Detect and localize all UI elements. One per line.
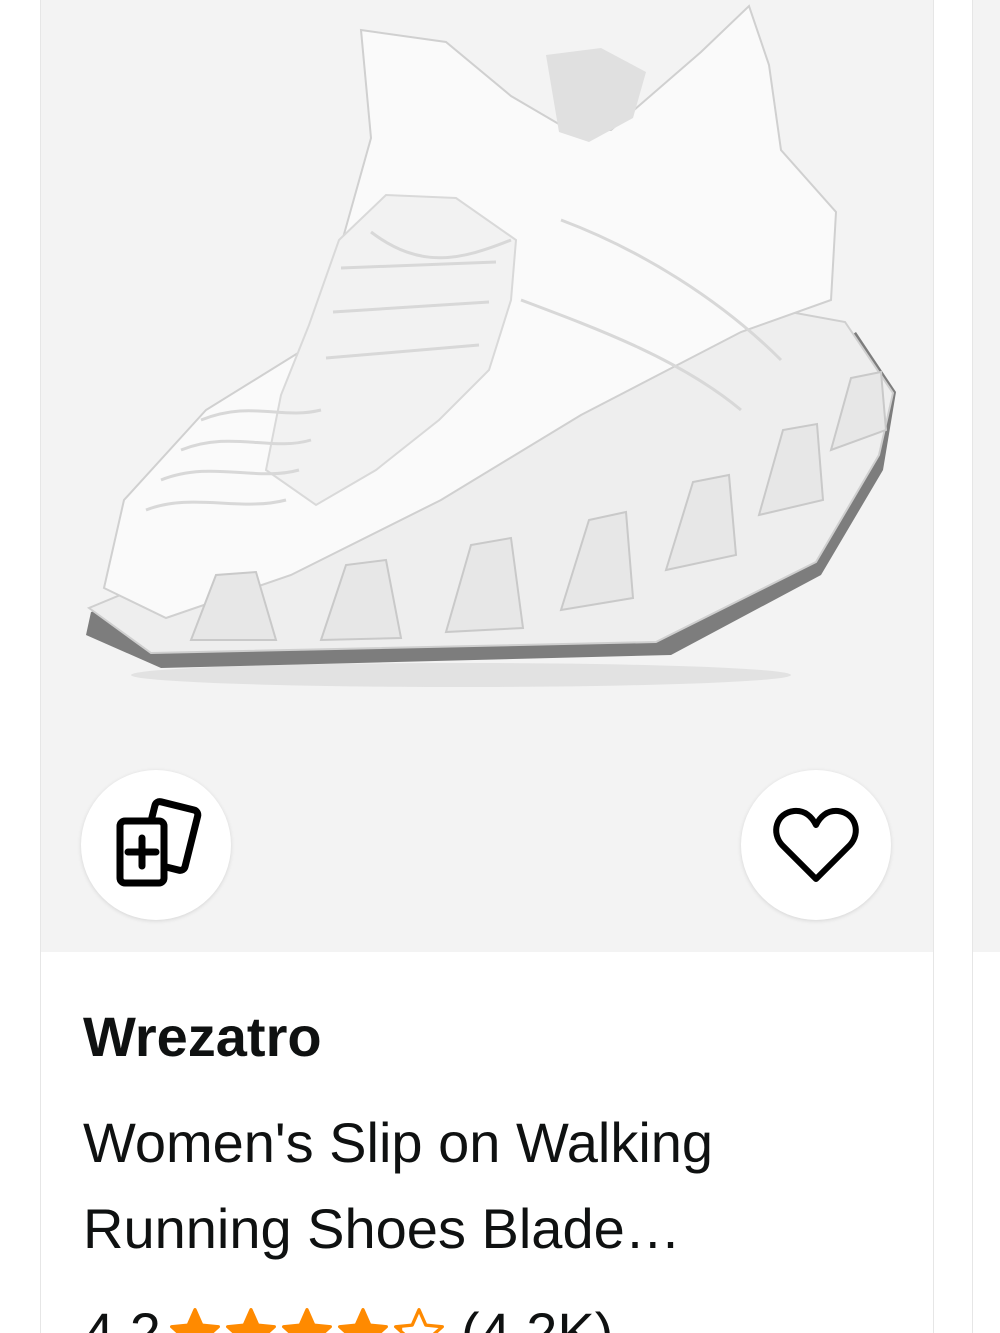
next-product-card-partial[interactable] [972,0,1000,1333]
star-icon [281,1307,332,1333]
product-brand: Wrezatro [83,1005,322,1068]
star-rating[interactable] [167,1305,447,1333]
rating-row[interactable]: 4.2 (4.2K) [83,1300,613,1333]
heart-outline-icon [773,807,859,882]
star-icon [337,1307,388,1333]
wishlist-button[interactable] [741,770,891,920]
star-icon [169,1307,220,1333]
star-icon [393,1307,444,1333]
star-icon [225,1307,276,1333]
product-info[interactable]: Wrezatro Women's Slip on Walking Running… [41,952,933,1333]
next-product-image[interactable] [973,0,1000,952]
review-count[interactable]: (4.2K) [461,1300,614,1333]
product-title-link[interactable]: Women's Slip on Walking Running Shoes Bl… [83,1100,903,1272]
add-to-compare-icon [116,798,202,887]
product-image[interactable] [41,0,933,720]
rating-value: 4.2 [83,1301,161,1333]
product-card[interactable]: Wrezatro Women's Slip on Walking Running… [40,0,934,1333]
add-to-compare-button[interactable] [81,770,231,920]
product-image-area[interactable] [41,0,933,952]
product-grid: Wrezatro Women's Slip on Walking Running… [0,0,1000,1333]
